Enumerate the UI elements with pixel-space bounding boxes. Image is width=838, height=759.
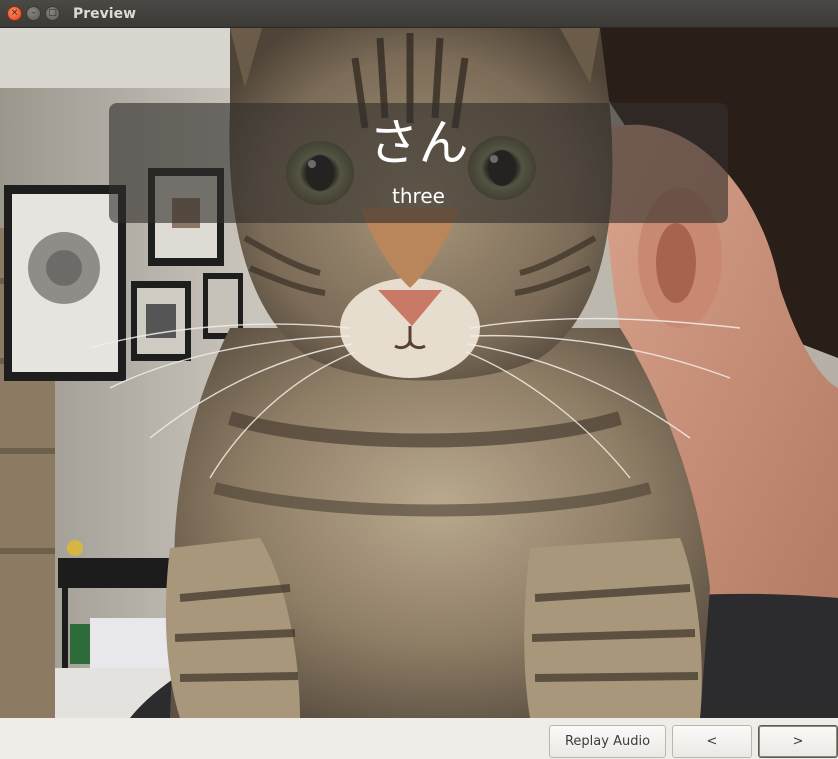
close-icon: × — [10, 8, 19, 18]
window-title: Preview — [73, 6, 137, 22]
title-bar: × – □ Preview — [0, 0, 838, 28]
maximize-window-button[interactable]: □ — [45, 6, 60, 21]
preview-image: さん three — [0, 28, 838, 718]
minimize-icon: – — [31, 8, 36, 18]
maximize-icon: □ — [48, 8, 57, 18]
meaning-text: three — [392, 184, 445, 208]
next-button[interactable]: > — [758, 725, 838, 758]
close-window-button[interactable]: × — [7, 6, 22, 21]
kana-text: さん — [368, 114, 469, 172]
bottom-toolbar: Replay Audio < > — [0, 718, 838, 759]
replay-audio-button[interactable]: Replay Audio — [549, 725, 666, 758]
minimize-window-button[interactable]: – — [26, 6, 41, 21]
previous-button[interactable]: < — [672, 725, 752, 758]
flashcard-caption: さん three — [109, 103, 728, 223]
